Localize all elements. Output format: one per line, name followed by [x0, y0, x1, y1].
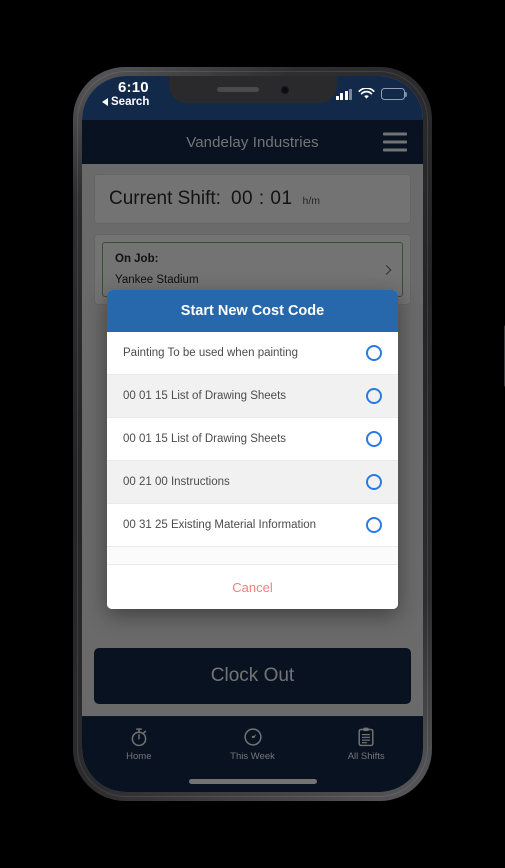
- earpiece-speaker-icon: [216, 87, 259, 92]
- cost-code-option-label: 00 01 15 List of Drawing Sheets: [123, 390, 287, 402]
- cost-code-action-sheet: Start New Cost Code Painting To be used …: [107, 290, 398, 609]
- radio-button-icon[interactable]: [366, 345, 382, 361]
- device-notch: [168, 76, 337, 103]
- radio-button-icon[interactable]: [366, 517, 382, 533]
- cost-code-option-row[interactable]: 00 01 15 List of Drawing Sheets: [107, 418, 398, 461]
- back-caret-icon: [102, 98, 108, 106]
- radio-button-icon[interactable]: [366, 474, 382, 490]
- cost-code-option-label: 00 21 00 Instructions: [123, 476, 230, 488]
- cost-code-option-row[interactable]: 00 31 25 Existing Material Information: [107, 504, 398, 547]
- cancel-button[interactable]: Cancel: [107, 565, 398, 609]
- phone-screen: 6:10 Search Start New Cost Code Painting…: [82, 76, 423, 792]
- battery-low-power-icon: [381, 88, 408, 100]
- back-to-search-label: Search: [111, 96, 150, 108]
- cost-code-option-label: Painting To be used when painting: [123, 347, 298, 359]
- screenshot-stage: 6:10 Search Start New Cost Code Painting…: [0, 0, 505, 868]
- cost-code-option-row[interactable]: Painting To be used when painting: [107, 332, 398, 375]
- action-sheet-title: Start New Cost Code: [107, 290, 398, 332]
- cost-code-option-row[interactable]: 00 21 00 Instructions: [107, 461, 398, 504]
- cellular-signal-icon: [335, 88, 352, 100]
- cost-code-option-label: 00 01 15 List of Drawing Sheets: [123, 433, 287, 445]
- status-bar-right: [335, 88, 408, 100]
- cost-code-option-list: Painting To be used when painting 00 01 1…: [107, 332, 398, 547]
- cost-code-option-label: 00 31 25 Existing Material Information: [123, 519, 317, 531]
- cost-code-option-row[interactable]: 00 01 15 List of Drawing Sheets: [107, 375, 398, 418]
- radio-button-icon[interactable]: [366, 388, 382, 404]
- phone-device-frame: 6:10 Search Start New Cost Code Painting…: [73, 67, 505, 801]
- wifi-icon: [358, 88, 375, 99]
- radio-button-icon[interactable]: [366, 431, 382, 447]
- front-camera-icon: [280, 85, 289, 94]
- action-sheet-filler-row: [107, 547, 398, 565]
